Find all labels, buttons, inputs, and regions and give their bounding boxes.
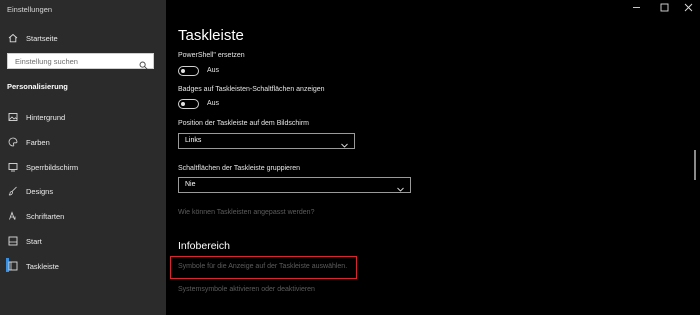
sidebar-item-label: Sperrbildschirm [26, 162, 79, 172]
sidebar-home-label: Startseite [26, 33, 58, 43]
badges-toggle[interactable] [178, 99, 199, 109]
customize-help-link[interactable]: Wie können Taskleisten angepasst werden? [178, 209, 314, 216]
sidebar-item-schriftarten[interactable]: Schriftarten [0, 206, 166, 226]
scrollbar-thumb[interactable] [694, 150, 696, 180]
sidebar-item-farben[interactable]: Farben [0, 132, 166, 152]
infobereich-heading: Infobereich [178, 240, 230, 252]
sidebar-item-designs[interactable]: Designs [0, 181, 166, 201]
maximize-icon [660, 0, 669, 17]
close-button[interactable] [674, 0, 700, 16]
position-value: Links [185, 137, 202, 144]
sidebar-section-title: Personalisierung [7, 82, 68, 91]
system-icons-link[interactable]: Systemsymbole aktivieren oder deaktivier… [178, 286, 315, 293]
palette-icon [8, 137, 18, 147]
toggle-knob [181, 68, 185, 73]
group-value: Nie [185, 181, 196, 188]
sidebar-item-taskleiste[interactable]: Taskleiste [0, 256, 166, 276]
group-label: Schaltflächen der Taskleiste gruppieren [178, 165, 301, 172]
position-dropdown[interactable]: Links [178, 133, 355, 149]
sidebar-item-label: Hintergrund [26, 112, 66, 122]
search-icon[interactable] [139, 57, 148, 70]
tray-icons-link[interactable]: Symbole für die Anzeige auf der Taskleis… [178, 263, 347, 270]
sidebar-item-label: Designs [26, 186, 54, 196]
close-icon [684, 0, 693, 17]
brush-icon [8, 186, 18, 196]
toggle-knob [181, 101, 185, 106]
group-dropdown[interactable]: Nie [178, 177, 411, 193]
sidebar-item-label: Taskleiste [26, 261, 59, 271]
chevron-down-icon [396, 181, 405, 192]
window-title: Einstellungen [7, 5, 53, 14]
sidebar-item-label: Start [26, 236, 42, 246]
taskbar-icon [8, 261, 18, 271]
lockscreen-icon [8, 162, 18, 172]
powershell-label: PowerShell" ersetzen [178, 52, 245, 59]
sidebar-home[interactable]: Startseite [0, 28, 166, 48]
sidebar-item-label: Schriftarten [26, 211, 65, 221]
position-label: Position der Taskleiste auf dem Bildschi… [178, 120, 309, 127]
badges-toggle-state: Aus [207, 100, 220, 107]
page-title: Taskleiste [178, 27, 244, 44]
powershell-toggle-state: Aus [207, 67, 220, 74]
badges-label: Badges auf Taskleisten-Schaltflächen anz… [178, 86, 325, 93]
sidebar-item-label: Farben [26, 137, 50, 147]
sidebar-item-sperrbildschirm[interactable]: Sperrbildschirm [0, 157, 166, 177]
minimize-button[interactable] [622, 0, 650, 16]
search-placeholder: Einstellung suchen [15, 57, 78, 66]
minimize-icon [632, 0, 641, 17]
image-icon [8, 112, 18, 122]
sidebar-item-hintergrund[interactable]: Hintergrund [0, 107, 166, 127]
sidebar: Einstellungen Startseite Einstellung suc… [0, 0, 166, 315]
font-icon [8, 211, 18, 221]
search-input[interactable]: Einstellung suchen [7, 53, 154, 70]
home-icon [8, 33, 18, 43]
start-icon [8, 236, 18, 246]
sidebar-item-start[interactable]: Start [0, 231, 166, 251]
powershell-toggle[interactable] [178, 66, 199, 76]
chevron-down-icon [340, 137, 349, 148]
